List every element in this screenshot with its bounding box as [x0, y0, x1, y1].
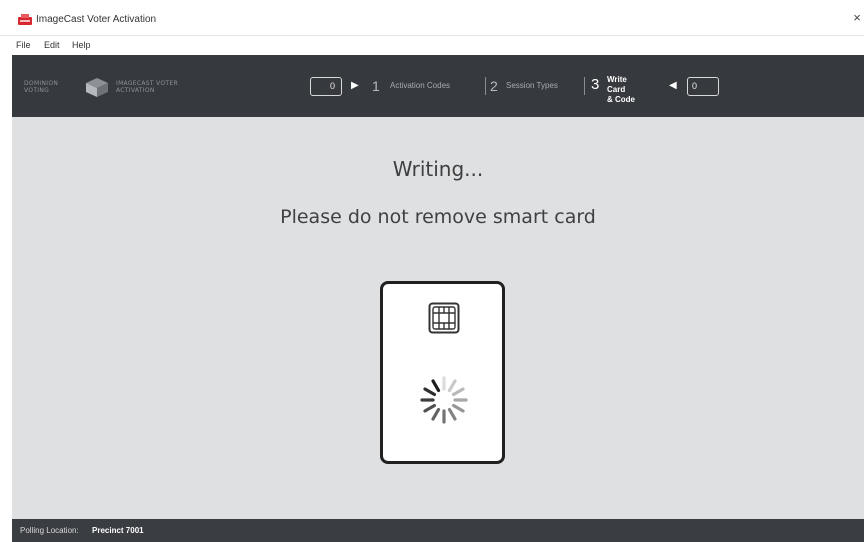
step-divider	[485, 77, 486, 95]
step-3-number: 3	[591, 76, 600, 93]
polling-location-label: Polling Location:	[20, 526, 79, 535]
status-title: Writing...	[392, 157, 484, 181]
activation-count-box: 0	[310, 77, 342, 96]
spinner-tick	[423, 387, 437, 397]
logo-brand-text: DOMINION VOTING	[24, 80, 59, 94]
spinner-tick	[431, 407, 441, 421]
spinner-tick	[451, 403, 465, 413]
app-icon	[18, 14, 32, 25]
status-message: Please do not remove smart card	[280, 206, 596, 228]
spinner-tick	[423, 403, 437, 413]
smart-card-chip-icon	[428, 302, 460, 334]
dominion-logo: DOMINION VOTING IMAGECAST VOTER ACTIVATI…	[24, 69, 200, 103]
written-count-box: 0	[687, 77, 719, 96]
close-button[interactable]: ×	[850, 10, 864, 26]
step-3-label-line2: & Code	[607, 95, 635, 104]
right-arrow-icon: ▶	[351, 80, 359, 91]
step-3-label: Write Card & Code	[607, 75, 647, 105]
status-bar: Polling Location: Precinct 7001	[12, 519, 864, 542]
main-content: Writing... Please do not remove smart ca…	[12, 117, 864, 519]
step-divider	[584, 77, 585, 95]
app-window: ImageCast Voter Activation × File Edit H…	[0, 0, 864, 542]
spinner-tick	[451, 387, 465, 397]
spinner-tick	[431, 379, 441, 393]
step-2-label: Session Types	[506, 81, 558, 90]
step-2-number: 2	[490, 78, 498, 94]
logo-mark-icon	[86, 78, 108, 97]
wizard-header: DOMINION VOTING IMAGECAST VOTER ACTIVATI…	[12, 55, 864, 117]
step-3-label-line1: Write Card	[607, 75, 627, 94]
written-count-value: 0	[692, 81, 698, 91]
window-title: ImageCast Voter Activation	[36, 14, 157, 25]
menu-edit[interactable]: Edit	[44, 39, 60, 51]
title-bar: ImageCast Voter Activation ×	[0, 0, 864, 36]
spinner-tick	[447, 407, 457, 421]
left-arrow-icon: ◀	[669, 80, 677, 91]
loading-spinner-icon	[420, 376, 468, 424]
step-1-number: 1	[372, 78, 380, 94]
menu-file[interactable]: File	[16, 39, 31, 51]
logo-product-text: IMAGECAST VOTER ACTIVATION	[116, 80, 178, 94]
menu-help[interactable]: Help	[72, 39, 91, 51]
spinner-tick	[447, 379, 457, 393]
polling-location-value: Precinct 7001	[92, 526, 144, 535]
menu-bar: File Edit Help	[0, 36, 864, 54]
step-1-label: Activation Codes	[390, 81, 451, 90]
activation-count-value: 0	[330, 81, 336, 91]
smart-card-illustration	[380, 281, 505, 464]
